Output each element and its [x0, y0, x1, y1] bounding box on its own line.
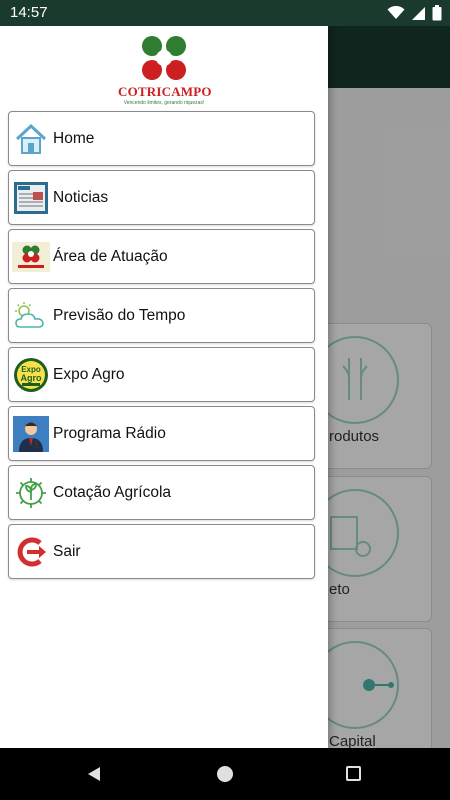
status-icons [387, 5, 442, 21]
status-time: 14:57 [10, 4, 48, 21]
home-button-icon[interactable] [217, 766, 233, 782]
menu-item-label: Programa Rádio [53, 424, 166, 442]
menu-item-previsao-do-tempo[interactable]: Previsão do Tempo [8, 288, 315, 343]
menu-item-label: Cotação Agrícola [53, 483, 172, 501]
battery-icon [432, 5, 442, 21]
cotricampo-logo-icon [12, 238, 50, 276]
weather-icon [12, 297, 50, 335]
plant-gear-icon [12, 474, 50, 512]
exit-icon [12, 533, 50, 571]
wifi-icon [387, 6, 405, 19]
logo-name: COTRICAMPO [118, 84, 212, 99]
menu-item-expo-agro[interactable]: Expo Agro Expo Agro [8, 347, 315, 402]
cotricampo-logo-mark [142, 36, 186, 80]
radio-presenter-icon [12, 415, 50, 453]
menu-item-home[interactable]: Home [8, 111, 315, 166]
back-icon[interactable] [86, 766, 102, 782]
menu-item-noticias[interactable]: Noticias [8, 170, 315, 225]
menu-item-label: Expo Agro [53, 365, 125, 383]
recent-apps-icon[interactable] [346, 766, 361, 781]
menu-item-area-de-atuacao[interactable]: Área de Atuação [8, 229, 315, 284]
navigation-drawer: COTRICAMPO Vencendo limites, gerando riq… [0, 26, 328, 748]
menu-item-label: Área de Atuação [53, 247, 168, 265]
expo-agro-icon: Expo Agro [12, 356, 50, 394]
menu-item-label: Home [53, 129, 95, 147]
news-icon [12, 179, 50, 217]
signal-icon [412, 6, 425, 20]
svg-text:Agro: Agro [21, 373, 42, 383]
system-navigation-bar [0, 748, 450, 800]
home-icon [12, 120, 50, 158]
menu-item-label: Sair [53, 542, 81, 560]
logo-slogan: Vencendo limites, gerando riquezas! [123, 100, 205, 106]
cotricampo-logo: COTRICAMPO Vencendo limites, gerando riq… [118, 32, 212, 110]
menu-item-label: Noticias [53, 188, 109, 206]
menu-item-programa-radio[interactable]: Programa Rádio [8, 406, 315, 461]
menu-item-sair[interactable]: Sair [8, 524, 315, 579]
menu-item-cotacao-agricola[interactable]: Cotação Agrícola [8, 465, 315, 520]
status-bar: 14:57 [0, 0, 450, 26]
menu-item-label: Previsão do Tempo [53, 306, 186, 324]
